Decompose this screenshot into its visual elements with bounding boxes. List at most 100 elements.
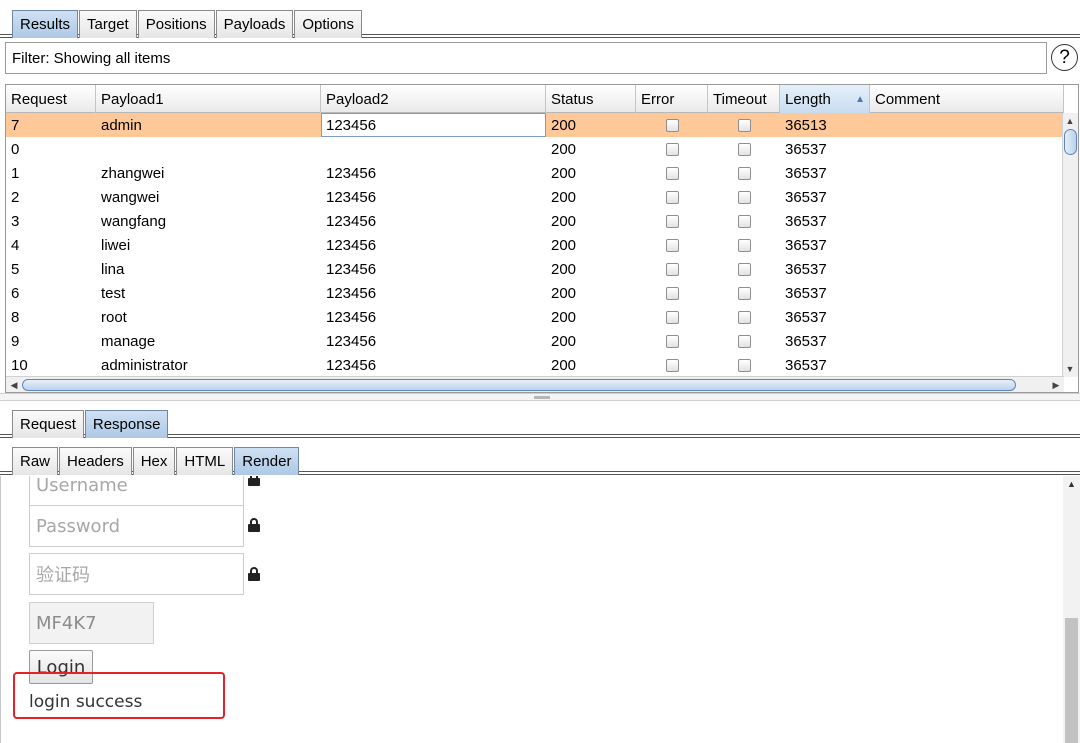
error-checkbox[interactable] [665, 238, 679, 252]
table-row[interactable]: 3 wangfang 123456 200 36537 [6, 209, 1064, 233]
col-error[interactable]: Error [636, 85, 708, 113]
timeout-checkbox[interactable] [737, 286, 751, 300]
timeout-checkbox[interactable] [737, 334, 751, 348]
table-row[interactable]: 10 administrator 123456 200 36537 [6, 353, 1064, 377]
error-checkbox[interactable] [665, 190, 679, 204]
table-horizontal-scrollbar[interactable]: ◀ ▶ [6, 376, 1064, 392]
tab-target[interactable]: Target [79, 10, 137, 38]
payload2-cell: 123456 [326, 356, 377, 374]
filter-bar[interactable]: Filter: Showing all items [5, 42, 1047, 74]
username-field[interactable]: Username [29, 476, 244, 506]
status-cell: 200 [551, 164, 577, 182]
timeout-cell [708, 185, 780, 209]
table-row[interactable]: 2 wangwei 123456 200 36537 [6, 185, 1064, 209]
tab-raw[interactable]: Raw [12, 447, 59, 475]
col-request[interactable]: Request [6, 85, 96, 113]
request-cell: 4 [11, 236, 20, 254]
length-cell: 36537 [785, 356, 827, 374]
comment-cell [870, 353, 1064, 377]
tab-results[interactable]: Results [12, 10, 79, 38]
col-length[interactable]: Length ▲ [780, 85, 870, 113]
col-payload2[interactable]: Payload2 [321, 85, 546, 113]
scroll-right-icon[interactable]: ▶ [1049, 378, 1063, 392]
tab-response[interactable]: Response [84, 410, 169, 438]
error-checkbox[interactable] [665, 310, 679, 324]
table-body: 7 admin 123456 200 36513 0 200 36537 1 zhangwei 12… [6, 113, 1064, 377]
status-cell: 200 [551, 236, 577, 254]
timeout-checkbox[interactable] [737, 142, 751, 156]
payload1-cell: wangwei [101, 188, 160, 206]
pane-splitter[interactable] [0, 393, 1080, 401]
request-cell: 8 [11, 308, 20, 326]
tab-options[interactable]: Options [294, 10, 363, 38]
table-vertical-scrollbar[interactable]: ▲ ▼ [1062, 113, 1078, 377]
error-checkbox[interactable] [665, 286, 679, 300]
timeout-checkbox[interactable] [737, 358, 751, 372]
timeout-checkbox[interactable] [737, 190, 751, 204]
request-cell: 10 [11, 356, 28, 374]
splitter-grip[interactable] [534, 396, 550, 399]
table-row[interactable]: 7 admin 123456 200 36513 [6, 113, 1064, 137]
timeout-checkbox[interactable] [737, 262, 751, 276]
timeout-cell [708, 257, 780, 281]
request-cell: 0 [11, 140, 20, 158]
scroll-up-icon[interactable]: ▲ [1067, 479, 1076, 489]
status-cell: 200 [551, 284, 577, 302]
render-vertical-scrollbar[interactable]: ▲ [1063, 476, 1080, 743]
table-row[interactable]: 1 zhangwei 123456 200 36537 [6, 161, 1064, 185]
error-cell [636, 257, 708, 281]
table-row[interactable]: 4 liwei 123456 200 36537 [6, 233, 1064, 257]
col-payload1[interactable]: Payload1 [96, 85, 321, 113]
comment-cell [870, 233, 1064, 257]
error-cell [636, 305, 708, 329]
comment-cell [870, 113, 1064, 137]
col-status[interactable]: Status [546, 85, 636, 113]
error-checkbox[interactable] [665, 358, 679, 372]
tab-render[interactable]: Render [234, 447, 300, 475]
timeout-checkbox[interactable] [737, 238, 751, 252]
tab-headers[interactable]: Headers [59, 447, 132, 475]
tab-hex[interactable]: Hex [132, 447, 176, 475]
timeout-checkbox[interactable] [737, 118, 751, 132]
error-checkbox[interactable] [665, 214, 679, 228]
col-comment[interactable]: Comment [870, 85, 1064, 113]
timeout-checkbox[interactable] [737, 310, 751, 324]
table-row[interactable]: 0 200 36537 [6, 137, 1064, 161]
col-length-label: Length [785, 90, 831, 108]
tab-payloads[interactable]: Payloads [215, 10, 294, 38]
table-row[interactable]: 9 manage 123456 200 36537 [6, 329, 1064, 353]
error-checkbox[interactable] [665, 142, 679, 156]
length-cell: 36537 [785, 164, 827, 182]
captcha-code: MF4K7 [29, 602, 154, 644]
scrollbar-thumb[interactable] [1065, 618, 1078, 743]
captcha-field[interactable]: 验证码 [29, 553, 244, 595]
status-cell: 200 [551, 332, 577, 350]
comment-cell [870, 137, 1064, 161]
tab-html[interactable]: HTML [176, 447, 234, 475]
table-row[interactable]: 6 test 123456 200 36537 [6, 281, 1064, 305]
error-checkbox[interactable] [665, 166, 679, 180]
table-row[interactable]: 8 root 123456 200 36537 [6, 305, 1064, 329]
scrollbar-thumb[interactable] [1064, 129, 1077, 155]
view-tabbar: Raw Headers Hex HTML Render [0, 441, 1080, 475]
timeout-checkbox[interactable] [737, 214, 751, 228]
scroll-down-icon[interactable]: ▼ [1063, 362, 1077, 376]
tab-positions[interactable]: Positions [137, 10, 215, 38]
help-icon[interactable]: ? [1051, 44, 1078, 71]
table-row[interactable]: 5 lina 123456 200 36537 [6, 257, 1064, 281]
password-field[interactable]: Password [29, 505, 244, 547]
scrollbar-thumb[interactable] [22, 379, 1016, 391]
payload2-cell: 123456 [326, 332, 377, 350]
status-cell: 200 [551, 212, 577, 230]
error-checkbox[interactable] [665, 262, 679, 276]
tab-request[interactable]: Request [12, 410, 84, 438]
scroll-up-icon[interactable]: ▲ [1063, 114, 1077, 128]
scroll-left-icon[interactable]: ◀ [7, 378, 21, 392]
error-checkbox[interactable] [665, 334, 679, 348]
status-cell: 200 [551, 260, 577, 278]
error-checkbox[interactable] [665, 118, 679, 132]
status-cell: 200 [551, 140, 577, 158]
payload1-cell: test [101, 284, 126, 302]
timeout-checkbox[interactable] [737, 166, 751, 180]
col-timeout[interactable]: Timeout [708, 85, 780, 113]
